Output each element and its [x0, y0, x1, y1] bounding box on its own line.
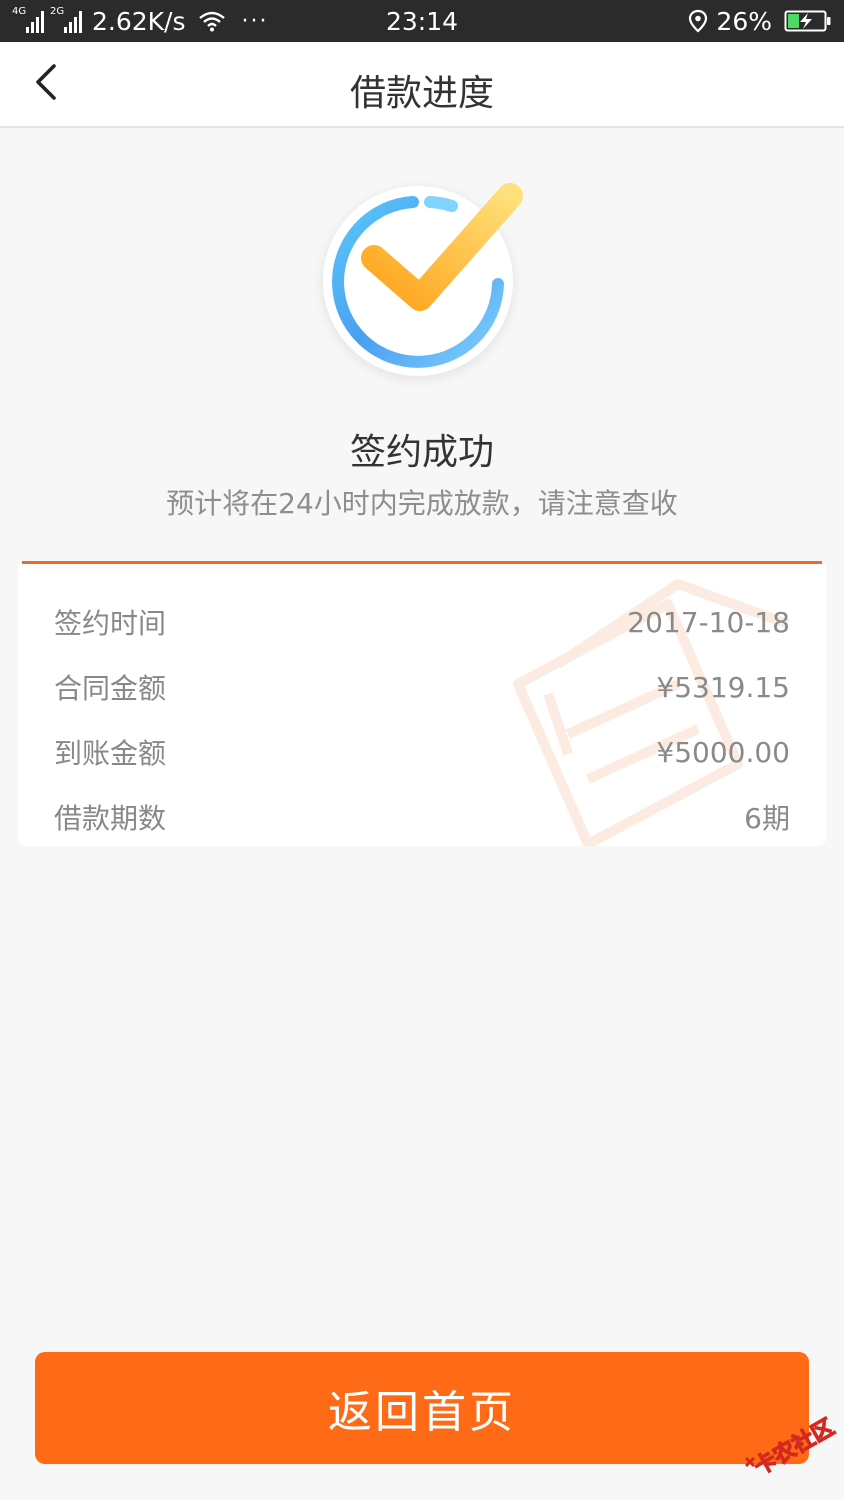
- location-icon: [689, 9, 708, 33]
- detail-value: ¥5319.15: [656, 670, 790, 704]
- forum-watermark-logo: 卡农社区: [744, 1413, 839, 1480]
- success-subtitle: 预计将在24小时内完成放款，请注意查收: [166, 487, 678, 520]
- loan-details-card: 签约时间 2017-10-18 合同金额 ¥5319.15 到账金额 ¥5000…: [18, 564, 826, 846]
- detail-row-contract-amount: 合同金额 ¥5319.15: [54, 667, 790, 707]
- page-title: 借款进度: [349, 73, 494, 114]
- detail-row-received-amount: 到账金额 ¥5000.00: [54, 732, 790, 772]
- success-title: 签约成功: [349, 432, 494, 473]
- return-home-button[interactable]: 返回首页: [35, 1352, 809, 1464]
- svg-text:卡农社区: 卡农社区: [750, 1414, 839, 1480]
- detail-value: 2017-10-18: [627, 605, 790, 639]
- network-type-label: 4G: [12, 6, 27, 17]
- wifi-icon: [198, 11, 225, 32]
- detail-label: 到账金额: [54, 737, 167, 770]
- more-notifications-icon: ···: [241, 8, 269, 34]
- status-right: 26%: [688, 7, 832, 36]
- detail-label: 合同金额: [54, 672, 167, 705]
- battery-charging-icon: [784, 10, 831, 32]
- detail-value: ¥5000.00: [656, 735, 790, 769]
- detail-label: 借款期数: [54, 802, 167, 835]
- detail-value: 6期: [744, 802, 790, 835]
- network-type-label: 2G: [50, 6, 65, 17]
- status-left: 4G 2G 2.62K/s ···: [12, 7, 269, 36]
- network-speed: 2.62K/s: [92, 6, 186, 36]
- detail-row-sign-date: 签约时间 2017-10-18: [54, 602, 790, 642]
- detail-label: 签约时间: [54, 607, 167, 640]
- detail-row-loan-terms: 借款期数 6期: [54, 797, 790, 837]
- nav-header: 借款进度: [0, 42, 844, 128]
- status-bar: 4G 2G 2.62K/s ··· 23:14 26%: [0, 0, 844, 42]
- signal-2g-icon: 2G: [50, 6, 82, 33]
- signal-4g-icon: 4G: [12, 6, 44, 33]
- success-check-icon: [320, 183, 523, 382]
- battery-percent: 26%: [716, 6, 772, 36]
